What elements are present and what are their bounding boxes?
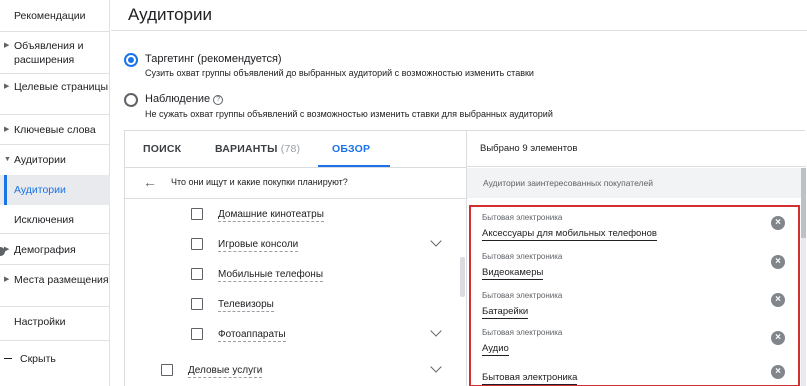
category-checkbox[interactable] [191,208,203,220]
expand-arrow-icon: ▶ [4,83,10,90]
category-label[interactable]: Деловые услуги [188,365,263,378]
selected-item-name: Бытовая электроника [482,372,578,385]
selected-item: Бытовая электроника Аудио [482,328,782,356]
sidebar-item-recommendations[interactable]: Рекомендации [0,9,110,23]
selected-count: Выбрано 9 элементов [467,131,806,167]
scrollbar-thumb[interactable] [801,168,806,238]
category-label[interactable]: Мобильные телефоны [218,269,324,282]
sidebar-item-audiences-group[interactable]: ▼ Аудитории [0,153,110,167]
tab-variants[interactable]: ВАРИАНТЫ (78) [215,131,300,167]
audience-panel: ПОИСК ВАРИАНТЫ (78) ОБЗОР ← Что они ищут… [124,130,806,386]
targeting-radio[interactable] [124,53,138,67]
tab-overview[interactable]: ОБЗОР [332,131,370,167]
tab-search[interactable]: ПОИСК [143,131,181,167]
targeting-description: Сузить охват группы объявлений до выбран… [145,68,534,78]
category-row[interactable]: Игровые консоли [125,229,461,259]
observation-description: Не сужать охват группы объявлений с возм… [145,109,553,119]
selected-item-name: Аксессуары для мобильных телефонов [482,228,657,241]
sidebar-divider [0,114,110,115]
category-row[interactable]: Мобильные телефоны [125,259,461,289]
sidebar-item-keywords[interactable]: ▶ Ключевые слова [0,123,110,137]
hide-sidebar-button[interactable]: Скрыть [0,352,110,366]
sidebar-divider [0,264,110,265]
sidebar-divider [0,31,110,32]
remove-icon[interactable]: × [771,293,785,307]
sidebar-item-audiences[interactable]: Аудитории [0,175,110,205]
back-arrow-icon[interactable]: ← [143,175,157,189]
selected-item: Бытовая электроника Видеокамеры [482,252,782,280]
expand-arrow-icon: ▶ [4,126,10,133]
sidebar-divider [0,144,110,145]
category-checkbox[interactable] [161,364,173,376]
selected-item-name: Видеокамеры [482,267,544,280]
sidebar-divider [0,340,110,341]
category-label[interactable]: Фотоаппараты [218,329,286,342]
selected-item-category: Бытовая электроника [482,328,563,337]
observation-title: Наблюдение? [145,93,224,105]
category-row[interactable]: Телевизоры [125,289,461,319]
page-title: Аудитории [128,5,212,24]
selected-item-category: Бытовая электроника [482,291,563,300]
remove-icon[interactable]: × [771,255,785,269]
selected-item-category: Бытовая электроника [482,252,563,261]
sidebar-item-ads-extensions[interactable]: ▶ Объявления и расширения [0,39,110,67]
sidebar-item-exclusions[interactable]: Исключения [0,213,110,227]
category-row[interactable]: Фотоаппараты [125,319,461,349]
selected-item: Бытовая электроника Батарейки [482,291,782,319]
selected-item: Бытовая электроника Аксессуары для мобил… [482,213,782,241]
category-checkbox[interactable] [191,238,203,250]
browse-pane: ПОИСК ВАРИАНТЫ (78) ОБЗОР ← Что они ищут… [125,131,466,386]
category-checkbox[interactable] [191,268,203,280]
selected-pane: Выбрано 9 элементов Аудитории заинтересо… [466,131,806,386]
scrollbar[interactable] [460,257,465,297]
selected-item: Бытовая электроника [482,367,782,385]
remove-icon[interactable]: × [771,331,785,345]
sidebar-item-landing-pages[interactable]: ▶ Целевые страницы [0,80,110,94]
category-label[interactable]: Домашние кинотеатры [218,209,324,222]
sidebar-item-placements[interactable]: ▶ Места размещения [0,273,110,287]
category-label[interactable]: Телевизоры [218,299,274,312]
expand-arrow-icon: ▶ [4,276,10,283]
back-row[interactable]: ← Что они ищут и какие покупки планируют… [125,168,466,198]
collapse-arrow-icon: ▼ [4,156,11,163]
selected-item-name: Аудио [482,343,509,356]
highlight-box: Бытовая электроника Аксессуары для мобил… [469,205,800,386]
sidebar-item-settings[interactable]: Настройки [0,315,110,329]
remove-icon[interactable]: × [771,216,785,230]
category-checkbox[interactable] [191,328,203,340]
category-row[interactable]: Деловые услуги [125,355,461,385]
category-checkbox[interactable] [191,298,203,310]
category-path: Что они ищут и какие покупки планируют? [171,177,348,187]
targeting-title: Таргетинг (рекомендуется) [145,53,282,65]
expand-arrow-icon: ▶ [4,42,10,49]
chevron-down-icon[interactable] [430,325,442,337]
sidebar-divider [0,233,110,234]
chevron-down-icon[interactable] [430,361,442,373]
sidebar: Рекомендации ▶ Объявления и расширения ▶ Ц… [0,0,110,386]
selected-item-name: Батарейки [482,306,529,319]
selected-group-header: Аудитории заинтересованных покупателей [467,168,806,198]
sidebar-item-demographics[interactable]: ▶ Демография [0,243,110,257]
chevron-down-icon[interactable] [430,235,442,247]
sidebar-divider [0,306,110,307]
sidebar-divider [0,73,110,74]
header-divider [111,30,807,31]
remove-icon[interactable]: × [771,365,785,379]
category-row[interactable]: Домашние кинотеатры [125,199,461,229]
category-label[interactable]: Игровые консоли [218,239,299,252]
minus-icon [4,358,12,359]
selected-item-category: Бытовая электроника [482,213,563,222]
observation-radio[interactable] [124,93,138,107]
help-icon[interactable]: ? [213,95,224,105]
